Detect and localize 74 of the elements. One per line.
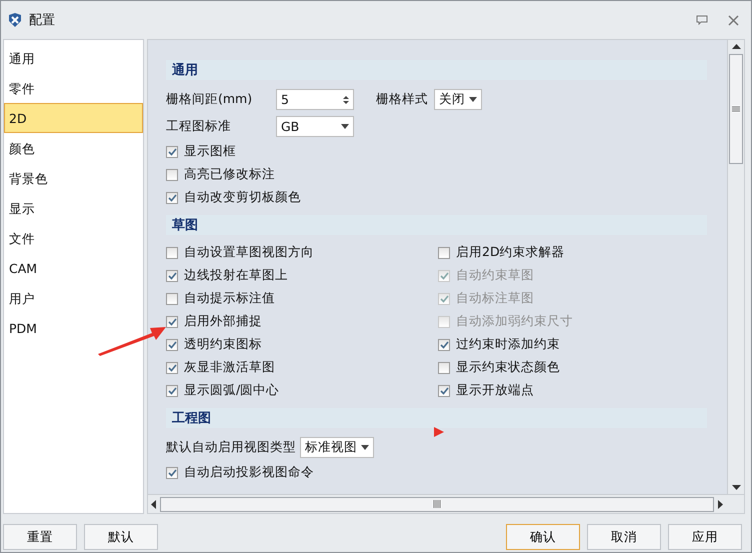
sidebar-item[interactable]: 颜色 [4, 133, 143, 163]
sidebar-item[interactable]: 文件 [4, 223, 143, 253]
checkbox-label: 显示图框 [184, 143, 236, 160]
checkbox-label: 启用2D约束求解器 [456, 244, 565, 261]
triangle-marker-icon [434, 427, 444, 437]
checkbox-label: 启用外部捕捉 [184, 313, 262, 330]
checkbox[interactable] [438, 362, 450, 374]
window-title: 配置 [29, 12, 56, 29]
checkbox[interactable] [166, 338, 178, 350]
checkbox[interactable] [166, 384, 178, 396]
button[interactable]: 取消 [587, 524, 661, 550]
checkbox-label: 灰显非激活草图 [184, 359, 275, 376]
section-header: 草图 [166, 215, 707, 235]
checkbox[interactable] [166, 466, 178, 478]
app-logo-icon [7, 12, 23, 28]
checkbox-label: 自动标注草图 [456, 290, 534, 307]
sidebar-item[interactable]: 零件 [4, 73, 143, 103]
spin-arrows-icon[interactable] [343, 96, 349, 104]
sidebar-item[interactable]: 2D [4, 103, 143, 133]
comment-icon[interactable] [696, 15, 708, 25]
button[interactable]: 重置 [3, 524, 77, 550]
checkbox-label: 自动改变剪切板颜色 [184, 189, 301, 206]
sidebar-item[interactable]: CAM [4, 253, 143, 283]
checkbox-label: 自动设置草图视图方向 [184, 244, 314, 261]
sidebar-item[interactable]: 通用 [4, 43, 143, 73]
section-header: 通用 [166, 60, 707, 80]
sidebar-item[interactable]: 用户 [4, 283, 143, 313]
checkbox-label: 过约束时添加约束 [456, 336, 560, 353]
checkbox-label: 自动提示标注值 [184, 290, 275, 307]
caret-icon [341, 124, 349, 129]
sidebar-item[interactable]: 背景色 [4, 163, 143, 193]
checkbox[interactable] [166, 292, 178, 304]
field-label: 默认自动启用视图类型 [166, 439, 296, 456]
checkbox-label: 显示开放端点 [456, 382, 534, 399]
spin-field[interactable]: 5 [276, 89, 354, 110]
checkbox[interactable] [166, 270, 178, 282]
checkbox-label: 显示圆弧/圆中心 [184, 382, 280, 399]
checkbox[interactable] [166, 316, 178, 328]
checkbox-label: 自动添加弱约束尺寸 [456, 313, 573, 330]
close-icon[interactable] [728, 14, 739, 26]
checkbox-label: 自动启动投影视图命令 [184, 464, 314, 481]
checkbox-label: 自动约束草图 [456, 267, 534, 284]
checkbox-label: 边线投射在草图上 [184, 267, 288, 284]
caret-icon [469, 97, 477, 102]
caret-icon [361, 445, 369, 450]
button[interactable]: 应用 [668, 524, 742, 550]
dropdown[interactable]: 关闭 [434, 89, 482, 110]
field-label: 工程图标准 [166, 118, 232, 135]
section-header: 工程图 [166, 408, 707, 428]
scroll-left-icon[interactable] [150, 500, 158, 508]
checkbox[interactable] [438, 384, 450, 396]
button[interactable]: 确认 [506, 524, 580, 550]
checkbox[interactable] [166, 192, 178, 204]
sidebar-item[interactable]: PDM [4, 313, 143, 343]
checkbox[interactable] [166, 362, 178, 374]
checkbox[interactable] [166, 168, 178, 180]
dropdown[interactable]: 标准视图 [300, 437, 374, 458]
sidebar-item[interactable]: 显示 [4, 193, 143, 223]
dropdown[interactable]: GB [276, 116, 354, 137]
field-label: 栅格样式 [376, 91, 428, 108]
checkbox[interactable] [438, 338, 450, 350]
vertical-scrollbar[interactable] [727, 40, 744, 494]
checkbox[interactable] [166, 146, 178, 158]
scroll-thumb[interactable] [729, 54, 743, 164]
scroll-right-icon[interactable] [716, 500, 724, 508]
checkbox-label: 透明约束图标 [184, 336, 262, 353]
horizontal-scrollbar[interactable] [148, 494, 744, 513]
button[interactable]: 默认 [84, 524, 158, 550]
checkbox[interactable] [438, 246, 450, 258]
scroll-thumb[interactable] [160, 496, 714, 512]
checkbox[interactable] [166, 246, 178, 258]
field-label: 栅格间距(mm) [166, 91, 254, 108]
checkbox-label: 显示约束状态颜色 [456, 359, 560, 376]
checkbox-label: 高亮已修改标注 [184, 166, 275, 183]
